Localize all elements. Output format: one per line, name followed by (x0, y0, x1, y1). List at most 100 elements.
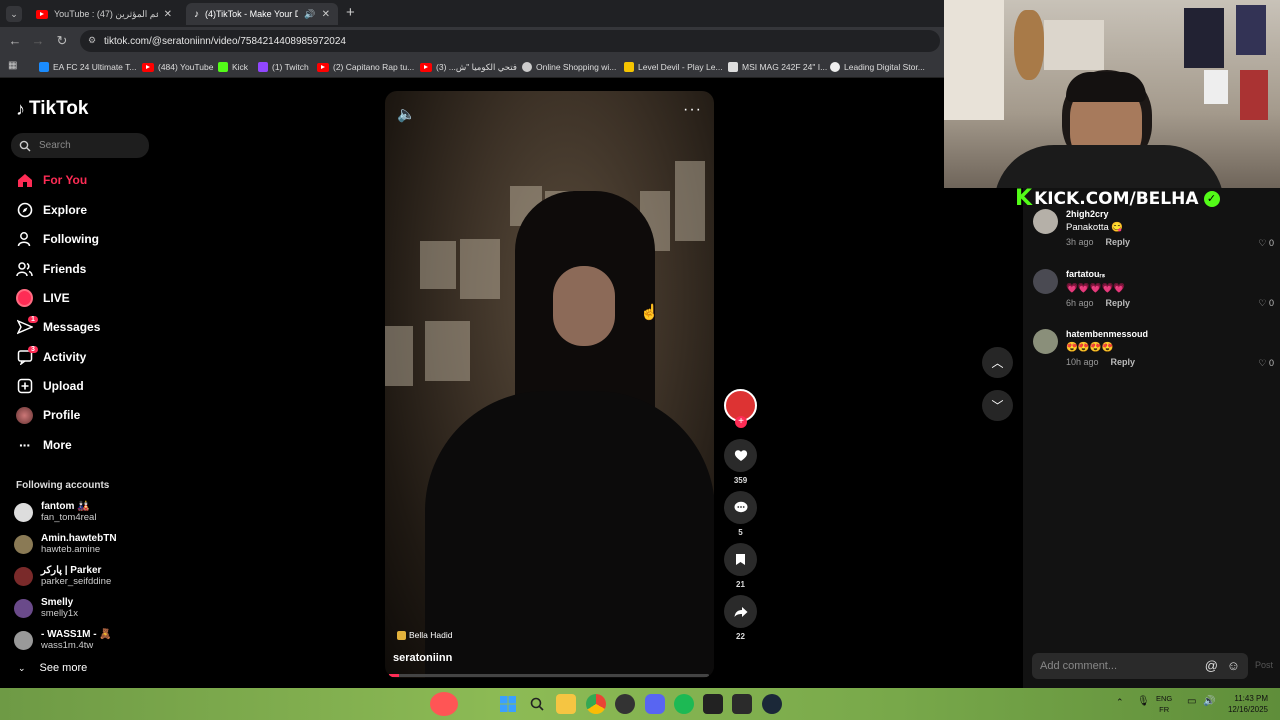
tab-youtube[interactable]: YouTube : مطاعم المؤثرين (47) ✕ (28, 3, 180, 25)
video-player[interactable]: 🔈 ··· Bella Hadid seratoniinn (385, 91, 714, 678)
bookmark-label: Online Shopping wi... (536, 62, 617, 72)
close-tab-icon[interactable]: ✕ (164, 9, 172, 20)
wall-poster (460, 239, 500, 299)
nav-upload[interactable]: Upload (16, 375, 84, 397)
reply-button[interactable]: Reply (1111, 357, 1136, 367)
see-more-button[interactable]: ⌄ See more (18, 662, 87, 674)
nav-friends[interactable]: Friends (16, 258, 86, 280)
nav-more[interactable]: ··· More (16, 434, 72, 456)
plus-square-icon (16, 378, 33, 395)
microphone-icon[interactable]: 🎙 (1137, 696, 1150, 707)
comment-username[interactable]: fartatouᵣₛ (1066, 269, 1130, 280)
comment-like[interactable]: ♡ 0 (1258, 238, 1274, 249)
following-account[interactable]: Smelly smelly1x (14, 593, 78, 623)
terminal-icon[interactable] (703, 694, 723, 714)
app-icon[interactable] (615, 694, 635, 714)
bookmark-item[interactable]: فتحي الكوميا "ش... (3) (420, 59, 517, 75)
url-bar[interactable]: ⚙ tiktok.com/@seratoniinn/video/75842144… (80, 30, 940, 52)
search-icon[interactable] (527, 694, 547, 714)
more-options-icon[interactable]: ··· (683, 101, 702, 119)
bookmark-item[interactable]: Level Devil - Play Le... (624, 59, 723, 75)
tiktok-logo[interactable]: ♪ TikTok (16, 98, 88, 120)
reload-icon[interactable]: ↻ (52, 31, 72, 51)
nav-explore[interactable]: Explore (16, 199, 87, 221)
nav-for-you[interactable]: For You (16, 169, 87, 191)
bookmark-item[interactable]: (484) YouTube (142, 59, 213, 75)
post-button[interactable]: Post (1255, 660, 1273, 670)
comment-button[interactable] (724, 491, 757, 524)
bookmark-item[interactable]: (1) Twitch (258, 59, 309, 75)
comment-like[interactable]: ♡ 0 (1258, 298, 1274, 309)
like-count: 359 (733, 476, 748, 485)
tab-search-button[interactable]: ⌄ (6, 6, 22, 22)
comment-username[interactable]: 2high2cry (1066, 209, 1130, 219)
chrome-icon[interactable] (586, 694, 606, 714)
nav-following[interactable]: Following (16, 228, 99, 250)
video-author[interactable]: seratoniinn (393, 652, 452, 664)
search-input[interactable]: Search (11, 133, 149, 158)
video-progress-bar[interactable] (389, 674, 709, 677)
bookmark-item[interactable]: Leading Digital Stor... (830, 59, 925, 75)
comment-avatar[interactable] (1033, 209, 1058, 234)
share-count: 22 (736, 632, 745, 641)
save-button[interactable] (724, 543, 757, 576)
bookmark-label: فتحي الكوميا "ش... (3) (436, 61, 517, 72)
add-comment-input[interactable]: Add comment... @ ☺ (1032, 653, 1248, 679)
following-account[interactable]: fantom 🎎 fan_tom4real (14, 497, 96, 527)
discord-icon[interactable] (645, 694, 665, 714)
speaker-icon[interactable]: 🔊 (304, 9, 315, 20)
share-button[interactable] (724, 595, 757, 628)
comment-avatar[interactable] (1033, 329, 1058, 354)
language-indicator[interactable]: ENG FR (1156, 693, 1172, 715)
comment-avatar[interactable] (1033, 269, 1058, 294)
bookmark-item[interactable]: Kick (218, 59, 248, 75)
account-avatar (14, 598, 33, 618)
chevron-up-icon[interactable]: ⌃ (1116, 697, 1124, 708)
comment-username[interactable]: hatembenmessoud (1066, 329, 1148, 339)
hand-cursor-icon: ☝ (640, 304, 659, 321)
like-button[interactable] (724, 439, 757, 472)
reply-button[interactable]: Reply (1106, 298, 1131, 308)
bookmark-item[interactable]: EA FC 24 Ultimate T... (39, 59, 136, 75)
follow-plus-icon[interactable]: + (735, 416, 747, 428)
volume-icon[interactable]: 🔊 (1203, 696, 1215, 707)
taskbar-widget-icon[interactable] (430, 692, 458, 716)
nav-messages[interactable]: 1 Messages (16, 315, 100, 338)
bookmark-item[interactable]: Online Shopping wi... (522, 59, 616, 75)
following-account[interactable]: پارکر | Parker parker_seifddine (14, 561, 111, 591)
system-clock[interactable]: 11:43 PM 12/16/2025 (1222, 693, 1268, 715)
mention-icon[interactable]: @ (1205, 658, 1218, 673)
epic-games-icon[interactable] (732, 694, 752, 714)
kick-text: KICK.COM/BELHA (1034, 188, 1199, 209)
steam-icon[interactable] (762, 694, 782, 714)
apps-grid-icon[interactable]: ▦ (8, 60, 17, 71)
account-handle: parker_seifddine (41, 576, 112, 587)
tab-tiktok[interactable]: ♪ (4)TikTok - Make Your Day 🔊 ✕ (186, 3, 338, 25)
nav-profile[interactable]: Profile (16, 404, 80, 426)
previous-video-button[interactable]: ︿ (982, 347, 1013, 378)
nav-live[interactable]: LIVE (16, 287, 70, 309)
following-account[interactable]: - WASS1M - 🧸 wass1m.4tw (14, 625, 112, 655)
comment-count: 5 (738, 528, 743, 537)
close-tab-icon[interactable]: ✕ (322, 9, 330, 20)
bookmark-item[interactable]: MSI MAG 242F 24" I... (728, 59, 827, 75)
bookmark-item[interactable]: (2) Capitano Rap tu... (317, 59, 414, 75)
site-info-icon[interactable]: ⚙ (88, 35, 96, 46)
file-explorer-icon[interactable] (556, 694, 576, 714)
forward-arrow-icon[interactable]: → (28, 31, 48, 51)
start-icon[interactable] (498, 694, 518, 714)
reply-button[interactable]: Reply (1106, 237, 1131, 247)
following-accounts-heading: Following accounts (16, 480, 110, 491)
emoji-icon[interactable]: ☺ (1227, 658, 1240, 673)
account-avatar (14, 502, 33, 522)
next-video-button[interactable]: ﹀ (982, 390, 1013, 421)
following-account[interactable]: Amin.hawtebTN hawteb.amine (14, 529, 117, 559)
music-tag[interactable]: Bella Hadid (397, 630, 452, 640)
volume-icon[interactable]: 🔈 (397, 105, 416, 123)
back-arrow-icon[interactable]: ← (5, 31, 25, 51)
spotify-icon[interactable] (674, 694, 694, 714)
network-icon[interactable]: ▭ (1187, 696, 1196, 707)
nav-activity[interactable]: 3 Activity (16, 345, 86, 368)
comment-like[interactable]: ♡ 0 (1258, 358, 1274, 369)
new-tab-button[interactable]: + (346, 4, 355, 21)
